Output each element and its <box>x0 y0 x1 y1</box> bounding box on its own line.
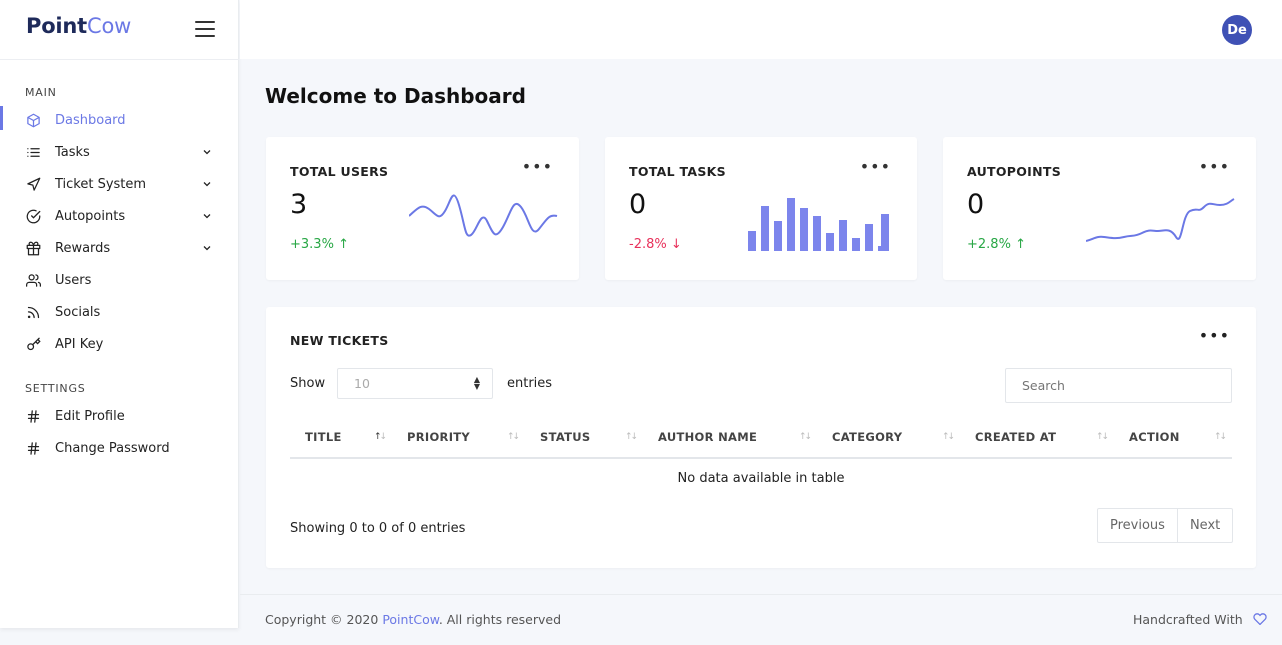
stat-title: TOTAL USERS <box>290 164 389 179</box>
sort-icon[interactable]: ↑↓ <box>1214 432 1227 442</box>
chevron-down-icon <box>203 182 211 187</box>
stat-change: +3.3% ↑ <box>290 237 349 252</box>
company-link[interactable]: PointCow <box>382 612 439 627</box>
sidebar-item-label: Users <box>55 272 92 288</box>
more-options-icon[interactable]: ••• <box>1199 328 1230 344</box>
stat-change: +2.8% ↑ <box>967 237 1026 252</box>
hash-icon <box>25 440 41 456</box>
avatar[interactable]: De <box>1222 15 1252 45</box>
users-icon <box>25 272 41 288</box>
table-info: Showing 0 to 0 of 0 entries <box>290 521 466 536</box>
stat-change: -2.8% ↓ <box>629 237 682 252</box>
stat-card-total-tasks: TOTAL TASKS ••• 0 -2.8% ↓ <box>605 137 917 280</box>
sort-icon[interactable]: ↑↓ <box>942 432 955 442</box>
bar-chart <box>748 198 889 251</box>
search-input[interactable] <box>1005 368 1232 403</box>
column-header-action[interactable]: ACTION <box>1129 430 1180 444</box>
sidebar-item-label: API Key <box>55 336 104 352</box>
sidebar-divider <box>0 59 239 60</box>
entries-label: entries <box>507 376 553 391</box>
column-header-author-name[interactable]: AUTHOR NAME <box>658 430 757 444</box>
column-header-category[interactable]: CATEGORY <box>832 430 902 444</box>
column-header-priority[interactable]: PRIORITY <box>407 430 470 444</box>
sparkline-chart <box>1086 198 1235 242</box>
sidebar-item-label: Ticket System <box>55 176 147 192</box>
sidebar-item-label: Tasks <box>55 144 90 160</box>
sidebar-item-rewards[interactable]: Rewards <box>0 234 239 262</box>
cube-icon <box>25 112 41 128</box>
send-icon <box>25 176 41 192</box>
select-arrows-icon: ▲ ▼ <box>473 375 480 391</box>
card-title: NEW TICKETS <box>290 333 389 348</box>
rss-icon <box>25 304 41 320</box>
chevron-down-icon <box>203 150 211 155</box>
footer-divider <box>240 594 1282 595</box>
section-settings: SETTINGS <box>25 382 86 395</box>
sort-asc-icon[interactable]: ↑↓ <box>374 432 387 442</box>
column-header-status[interactable]: STATUS <box>540 430 591 444</box>
list-icon <box>25 144 41 160</box>
check-circle-icon <box>25 208 41 224</box>
page-title: Welcome to Dashboard <box>265 84 526 108</box>
column-header-title[interactable]: TITLE <box>305 430 342 444</box>
footer-copyright: Copyright © 2020 PointCow. All rights re… <box>265 612 562 627</box>
more-options-icon[interactable]: ••• <box>522 159 553 175</box>
page-size-value: 10 <box>354 376 370 391</box>
page-size-select[interactable]: 10 ▲ ▼ <box>337 368 493 399</box>
arrow-up-icon: ↑ <box>1015 237 1026 252</box>
hash-icon <box>25 408 41 424</box>
stat-title: TOTAL TASKS <box>629 164 726 179</box>
topbar: De <box>240 0 1282 59</box>
sort-icon[interactable]: ↑↓ <box>625 432 638 442</box>
heart-icon <box>1252 613 1267 626</box>
sort-icon[interactable]: ↑↓ <box>799 432 812 442</box>
sort-icon[interactable]: ↑↓ <box>507 432 520 442</box>
pagination: Previous Next <box>1097 508 1234 543</box>
new-tickets-card: NEW TICKETS ••• Show 10 ▲▼ entries TITLE… <box>266 307 1256 568</box>
stat-value: 0 <box>629 189 647 220</box>
stat-value: 0 <box>967 189 985 220</box>
footer-handcrafted: Handcrafted With <box>1133 612 1267 627</box>
sidebar-item-socials[interactable]: Socials <box>0 298 239 326</box>
more-options-icon[interactable]: ••• <box>860 159 891 175</box>
sidebar-item-users[interactable]: Users <box>0 266 239 294</box>
sidebar-item-change-password[interactable]: Change Password <box>0 434 239 462</box>
sidebar-item-api-key[interactable]: API Key <box>0 330 239 358</box>
sidebar-item-dashboard[interactable]: Dashboard <box>0 106 239 134</box>
section-main: MAIN <box>25 86 57 99</box>
arrow-down-icon: ↓ <box>670 237 682 252</box>
sidebar-item-ticket-system[interactable]: Ticket System <box>0 170 239 198</box>
sort-icon[interactable]: ↑↓ <box>1096 432 1109 442</box>
previous-button[interactable]: Previous <box>1098 509 1177 542</box>
show-label: Show <box>290 376 326 391</box>
stat-card-total-users: TOTAL USERS ••• 3 +3.3% ↑ <box>266 137 579 280</box>
hamburger-menu-icon[interactable] <box>195 21 215 39</box>
sidebar-item-label: Rewards <box>55 240 111 256</box>
sidebar: PointCow MAIN Dashboard Tasks Ticket Sys… <box>0 0 239 628</box>
sidebar-item-label: Edit Profile <box>55 408 125 424</box>
sidebar-item-label: Dashboard <box>55 112 126 128</box>
sidebar-item-tasks[interactable]: Tasks <box>0 138 239 166</box>
more-options-icon[interactable]: ••• <box>1199 159 1230 175</box>
next-button[interactable]: Next <box>1176 509 1232 542</box>
column-header-created-at[interactable]: CREATED AT <box>975 430 1056 444</box>
key-icon <box>25 336 41 352</box>
table-header-divider <box>290 457 1232 459</box>
chevron-down-icon <box>203 214 211 219</box>
brand-logo[interactable]: PointCow <box>26 14 131 38</box>
gift-icon <box>25 240 41 256</box>
arrow-up-icon: ↑ <box>338 237 349 252</box>
stat-title: AUTOPOINTS <box>967 164 1062 179</box>
sidebar-item-autopoints[interactable]: Autopoints <box>0 202 239 230</box>
sidebar-item-label: Autopoints <box>55 208 126 224</box>
stat-card-autopoints: AUTOPOINTS ••• 0 +2.8% ↑ <box>943 137 1256 280</box>
sparkline-chart <box>409 194 558 237</box>
chevron-down-icon <box>203 246 211 251</box>
stat-value: 3 <box>290 189 308 220</box>
sidebar-item-label: Socials <box>55 304 101 320</box>
sidebar-item-edit-profile[interactable]: Edit Profile <box>0 402 239 430</box>
sidebar-item-label: Change Password <box>55 440 170 456</box>
empty-table-message: No data available in table <box>677 471 845 486</box>
